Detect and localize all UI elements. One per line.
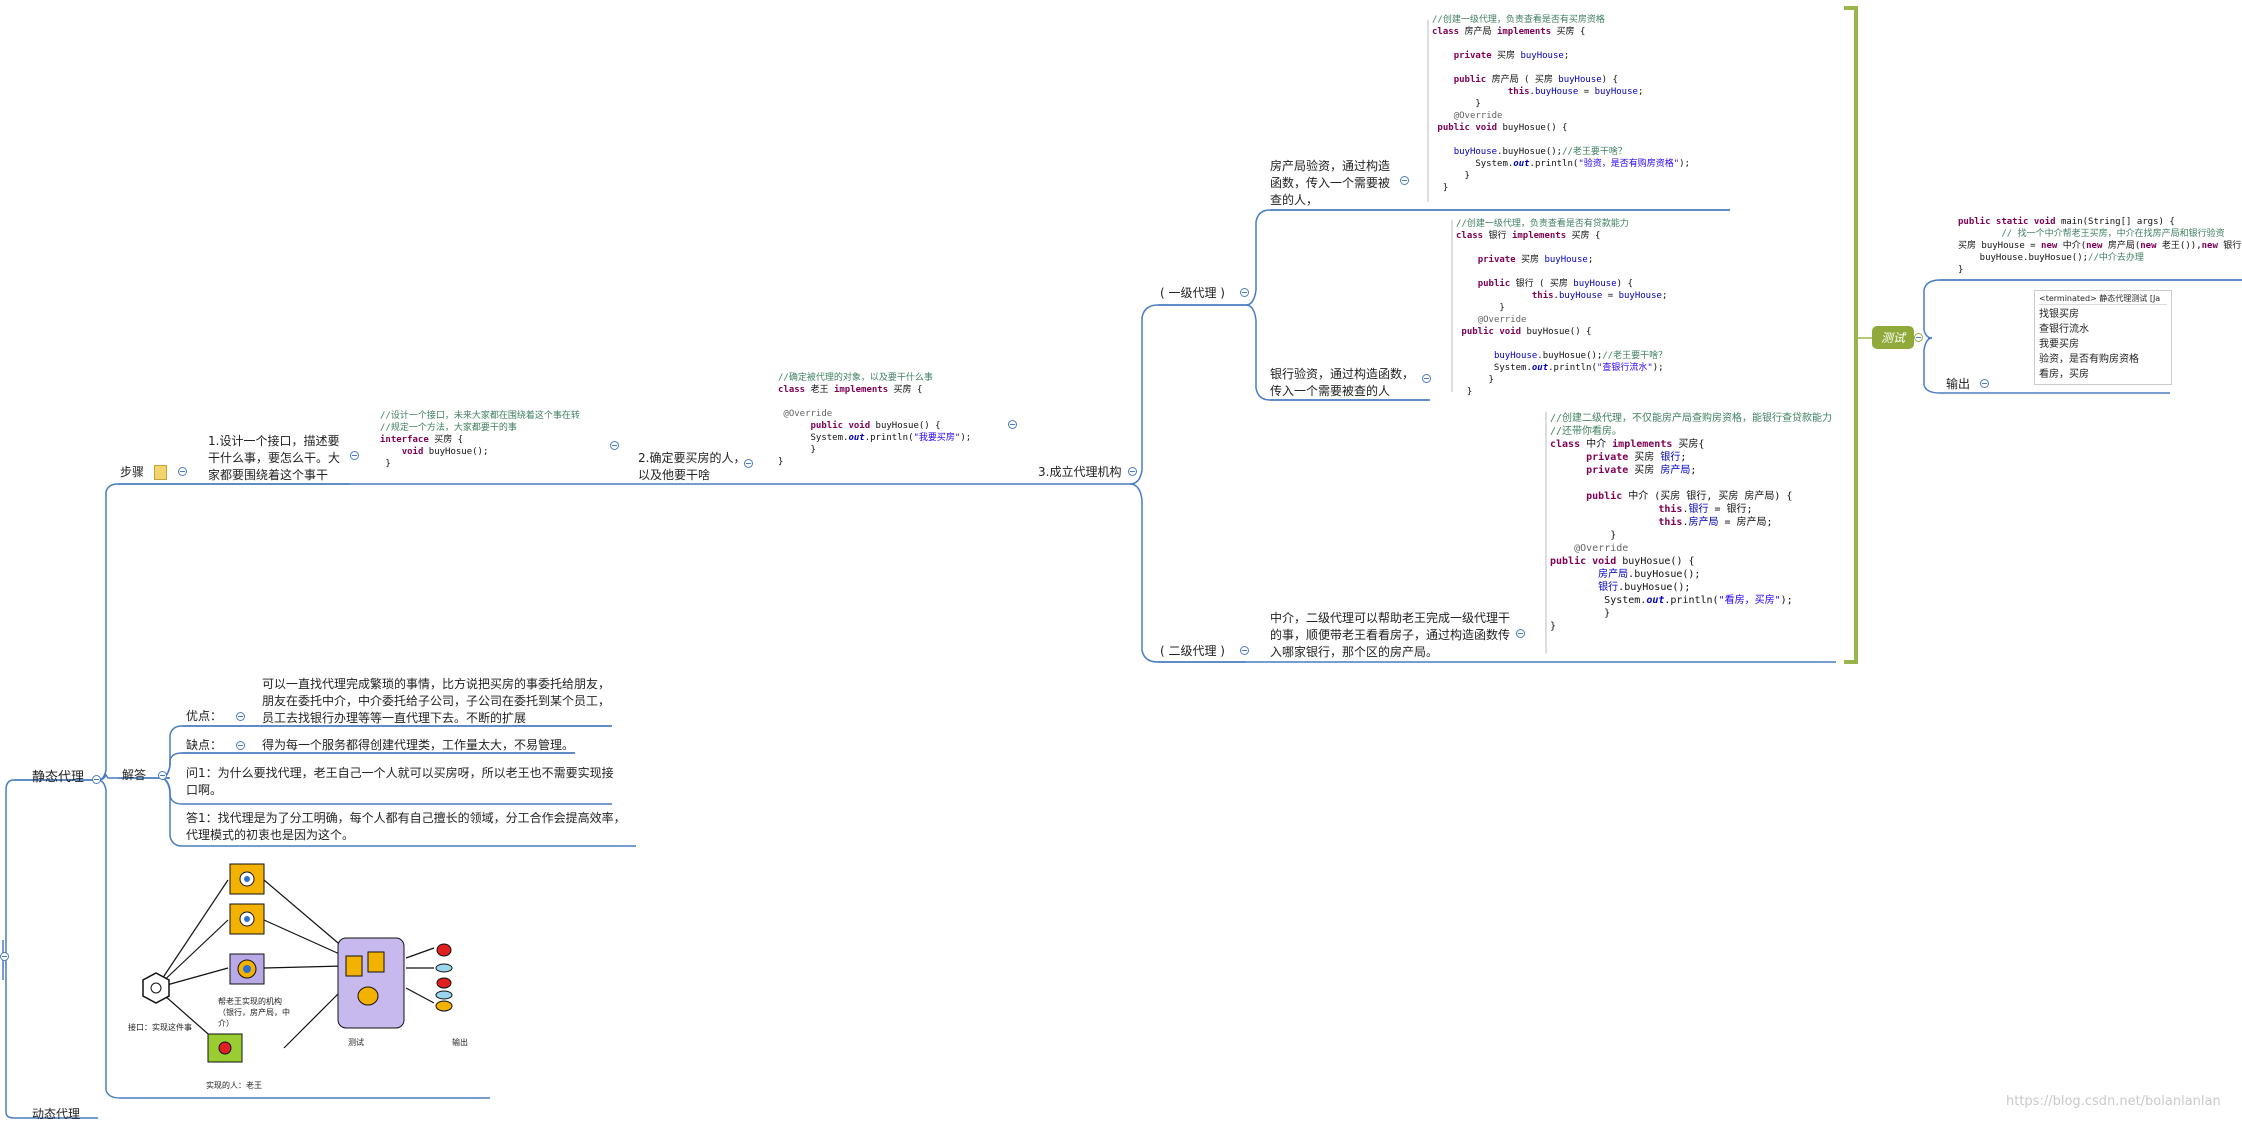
node-answers[interactable]: 解答 — [122, 767, 146, 784]
console-output: <terminated> 静态代理测试 [Ja 找银买房 查银行流水 我要买房 验… — [2034, 290, 2172, 385]
collapse-toggle[interactable] — [1914, 333, 1923, 342]
code-laowang: //确定被代理的对象，以及要干什么事 class 老王 implements 买… — [778, 373, 972, 467]
collapse-toggle[interactable] — [610, 441, 619, 450]
answer-1[interactable]: 答1：找代理是为了分工明确，每个人都有自己擅长的领域，分工合作会提高效率，代理模… — [186, 810, 632, 844]
code-bank: //创建一级代理，负责查看是否有贷款能力 class 银行 implements… — [1456, 219, 1668, 397]
node-output[interactable]: 输出 — [1946, 376, 1970, 393]
output-icons — [435, 943, 453, 1012]
collapse-toggle[interactable] — [1980, 379, 1989, 388]
diagram-label-person: 实现的人：老王 — [206, 1081, 262, 1090]
node-step3[interactable]: 3.成立代理机构 — [1038, 464, 1121, 481]
watermark: https://blog.csdn.net/bolanlanlan — [2006, 1094, 2221, 1109]
collapse-toggle[interactable] — [1240, 646, 1249, 655]
cons-text: 得为每一个服务都得创建代理类，工作量太大，不易管理。 — [262, 738, 575, 752]
collapse-toggle[interactable] — [236, 712, 245, 721]
pros-text: 可以一直找代理完成繁琐的事情，比方说把买房的事委托给朋友，朋友在委托中介，中介委… — [262, 677, 611, 725]
code-housing-bureau: //创建一级代理，负责查看是否有买房资格 class 房产局 implement… — [1432, 15, 1691, 193]
node-level1[interactable]: ( 一级代理 ) — [1160, 285, 1225, 302]
collapse-toggle[interactable] — [0, 952, 9, 961]
node-agent[interactable]: 中介，二级代理可以帮助老王完成一级代理干的事，顺便带老王看看房子，通过构造函数传… — [1270, 610, 1510, 661]
diagram-label-interface: 接口：实现这件事 — [128, 1023, 192, 1032]
collapse-toggle[interactable] — [1008, 420, 1017, 429]
diagram-label-test: 测试 — [348, 1038, 364, 1047]
collapse-toggle[interactable] — [1400, 176, 1409, 185]
diagram-label-agency: 帮老王实现的机构（银行，房产局，中介） — [218, 997, 290, 1028]
node-step1[interactable]: 1.设计一个接口，描述要干什么事，要怎么干。大家都要围绕着这个事干 — [208, 433, 348, 484]
collapse-toggle[interactable] — [92, 775, 101, 784]
node-housing-bureau[interactable]: 房产局验资，通过构造函数，传入一个需要被查的人， — [1270, 158, 1400, 209]
interface-hexagon-icon — [142, 972, 170, 1004]
collapse-toggle[interactable] — [178, 467, 187, 476]
notes-icon — [153, 465, 167, 480]
diagram-label-output: 输出 — [452, 1038, 468, 1047]
collapse-toggle[interactable] — [744, 459, 753, 468]
node-step2[interactable]: 2.确定要买房的人，以及他要干啥 — [638, 450, 746, 484]
proxy-illustration — [142, 863, 453, 1063]
question-1[interactable]: 问1：为什么要找代理，老王自己一个人就可以买房呀，所以老王也不需要实现接口啊。 — [186, 765, 616, 799]
collapse-toggle[interactable] — [350, 451, 359, 460]
node-test[interactable]: 测试 — [1872, 326, 1915, 349]
collapse-toggle[interactable] — [1128, 467, 1137, 476]
node-static-proxy[interactable]: 静态代理 — [32, 769, 84, 786]
collapse-toggle[interactable] — [1240, 288, 1249, 297]
collapse-toggle[interactable] — [1516, 629, 1525, 638]
steps-label: 步骤 — [120, 465, 145, 479]
node-level2[interactable]: ( 二级代理 ) — [1160, 643, 1225, 660]
agency-icons — [229, 863, 265, 985]
collapse-toggle[interactable] — [236, 741, 245, 750]
collapse-toggle[interactable] — [158, 771, 167, 780]
code-interface: //设计一个接口，未来大家都在围绕着这个事在转 //规定一个方法，大家都要干的事… — [380, 411, 580, 469]
node-bank[interactable]: 银行验资，通过构造函数，传入一个需要被查的人 — [1270, 366, 1420, 400]
node-dynamic-proxy[interactable]: 动态代理 — [32, 1106, 80, 1123]
pros-label[interactable]: 优点： — [186, 708, 222, 725]
cons-label[interactable]: 缺点： — [186, 737, 222, 754]
collapse-toggle[interactable] — [1422, 374, 1431, 383]
code-main: public static void main(String[] args) {… — [1958, 217, 2242, 275]
node-steps[interactable]: 步骤 — [120, 464, 167, 481]
code-agent: //创建二级代理，不仅能房产局查购房资格，能银行查贷款能力 //还带你看房。 c… — [1550, 413, 1833, 632]
